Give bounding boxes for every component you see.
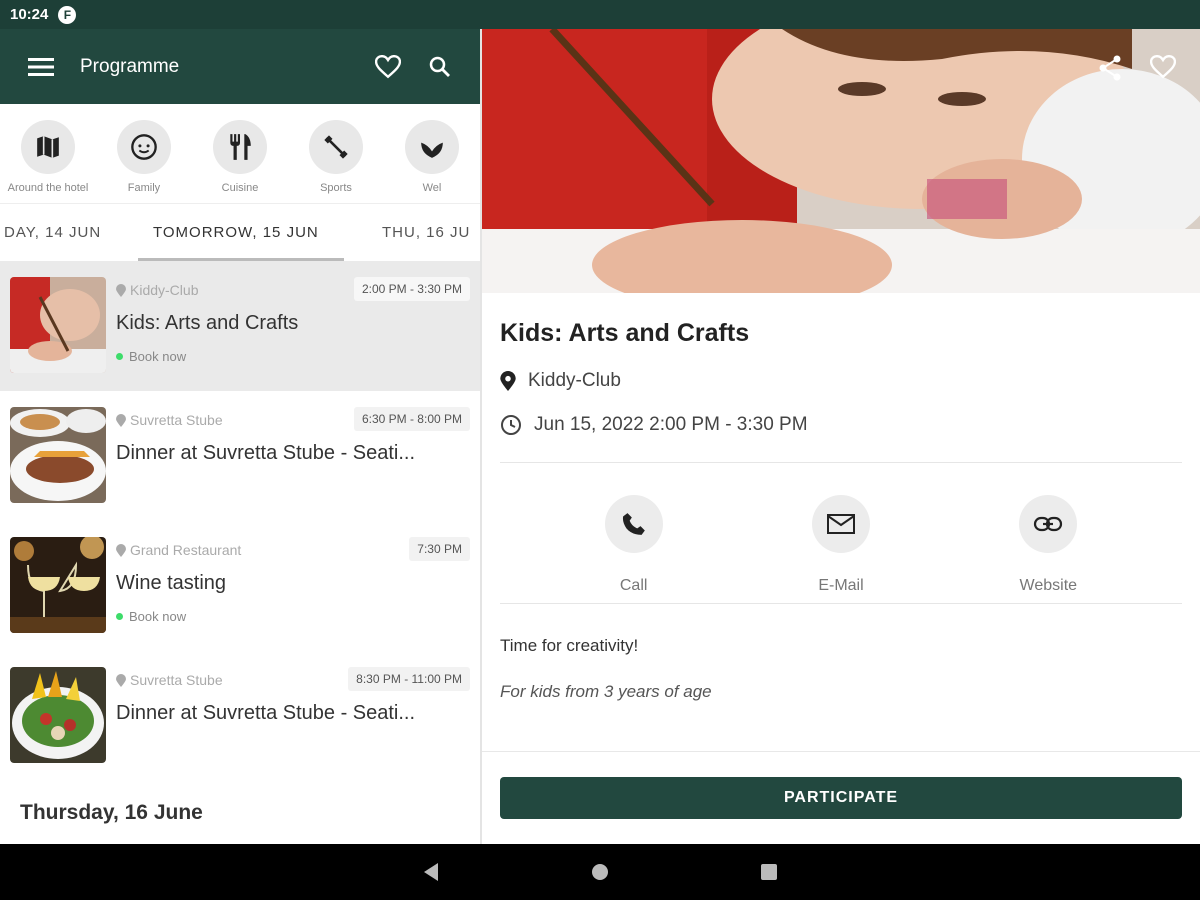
participate-bar: PARTICIPATE (482, 751, 1200, 844)
category-label: Sports (320, 182, 352, 194)
event-age-note: For kids from 3 years of age (500, 682, 712, 701)
location-pin-icon (116, 413, 126, 427)
fitness-icon (324, 135, 348, 159)
tab-date-tomorrow[interactable]: TOMORROW, 15 JUN (153, 224, 319, 241)
event-title: Dinner at Suvretta Stube - Seati... (116, 702, 416, 724)
call-button[interactable]: Call (574, 495, 694, 603)
category-label: Around the hotel (7, 182, 89, 194)
map-icon (37, 136, 59, 158)
event-thumbnail-dinner (10, 407, 106, 503)
event-item[interactable]: Grand Restaurant 7:30 PM Wine tasting Bo… (0, 521, 480, 651)
event-title: Wine tasting (116, 572, 227, 594)
event-detail-panel: Kids: Arts and Crafts Kiddy-Club Jun 15,… (482, 29, 1200, 844)
divider (500, 603, 1182, 604)
event-datetime-row: Jun 15, 2022 2:00 PM - 3:30 PM (500, 414, 1182, 436)
event-hero-image (482, 29, 1200, 293)
event-thumbnail-kids (10, 277, 106, 373)
tab-date-prev[interactable]: DAY, 14 JUN (4, 224, 101, 241)
system-nav-bar (0, 844, 1200, 900)
category-label: Family (127, 182, 161, 194)
home-icon[interactable] (590, 862, 610, 882)
event-time-badge: 6:30 PM - 8:00 PM (353, 407, 470, 431)
event-time-badge: 7:30 PM (409, 537, 470, 561)
location-pin-icon (116, 673, 126, 687)
event-item[interactable]: Suvretta Stube 8:30 PM - 11:00 PM Dinner… (0, 651, 480, 781)
notification-icon: F (58, 5, 77, 24)
category-around-hotel[interactable]: Around the hotel (0, 104, 96, 203)
event-location: Kiddy-Club (528, 370, 621, 391)
share-icon[interactable] (1098, 55, 1122, 81)
category-label: Cuisine (221, 182, 259, 194)
event-time-badge: 8:30 PM - 11:00 PM (348, 667, 470, 691)
category-wellness[interactable]: Wel (384, 104, 480, 203)
event-detail-title: Kids: Arts and Crafts (500, 319, 750, 347)
clock-icon (501, 415, 521, 435)
heart-icon (375, 54, 401, 78)
back-icon[interactable] (422, 862, 440, 882)
tab-date-next[interactable]: THU, 16 JU (382, 224, 470, 241)
event-item[interactable]: Suvretta Stube 6:30 PM - 8:00 PM Dinner … (0, 391, 480, 521)
date-tabs: DAY, 14 JUN TOMORROW, 15 JUN THU, 16 JU (0, 204, 480, 261)
menu-icon[interactable] (28, 57, 54, 77)
email-button[interactable]: E-Mail (781, 495, 901, 603)
favorite-heart-icon[interactable] (1150, 55, 1176, 79)
event-description: Time for creativity! (500, 636, 639, 655)
event-title: Dinner at Suvretta Stube - Seati... (116, 442, 416, 464)
spa-icon (421, 142, 443, 158)
website-button[interactable]: Website (988, 495, 1108, 603)
status-bar: 10:24 F (0, 0, 1200, 844)
book-now-status: Book now (116, 349, 470, 364)
location-pin-icon (116, 283, 126, 297)
category-sports[interactable]: Sports (288, 104, 384, 203)
category-family[interactable]: Family (96, 104, 192, 203)
status-time: 10:24 (10, 6, 49, 23)
phone-icon (622, 513, 645, 535)
recents-icon[interactable] (760, 863, 778, 881)
page-title: Programme (80, 55, 180, 77)
location-pin-icon (116, 543, 126, 557)
category-cuisine[interactable]: Cuisine (192, 104, 288, 203)
category-bar: Around the hotel Family Cuisine Sports W… (0, 104, 480, 204)
mail-icon (826, 514, 855, 534)
event-datetime: Jun 15, 2022 2:00 PM - 3:30 PM (534, 414, 808, 435)
cutlery-icon (230, 134, 251, 160)
location-pin-icon (500, 371, 516, 391)
event-thumbnail-wine (10, 537, 106, 633)
event-item[interactable]: Kiddy-Club 2:00 PM - 3:30 PM Kids: Arts … (0, 261, 480, 391)
category-label: Wel (422, 182, 442, 194)
face-icon (131, 134, 157, 160)
search-icon (429, 56, 450, 77)
event-title: Kids: Arts and Crafts (116, 312, 299, 334)
book-now-status: Book now (116, 609, 470, 624)
app-bar: Programme (0, 29, 480, 104)
day-header: Thursday, 16 June (20, 801, 203, 824)
event-time-badge: 2:00 PM - 3:30 PM (353, 277, 470, 301)
link-icon (1034, 516, 1063, 532)
search-button[interactable] (424, 51, 456, 83)
contact-actions: Call E-Mail Website (500, 463, 1182, 603)
event-location-row: Kiddy-Club (500, 370, 1182, 392)
programme-panel: Programme Around the hotel Family Cuisin… (0, 29, 480, 844)
participate-button[interactable]: PARTICIPATE (500, 777, 1182, 819)
favorites-button[interactable] (372, 51, 404, 83)
event-thumbnail-salad (10, 667, 106, 763)
